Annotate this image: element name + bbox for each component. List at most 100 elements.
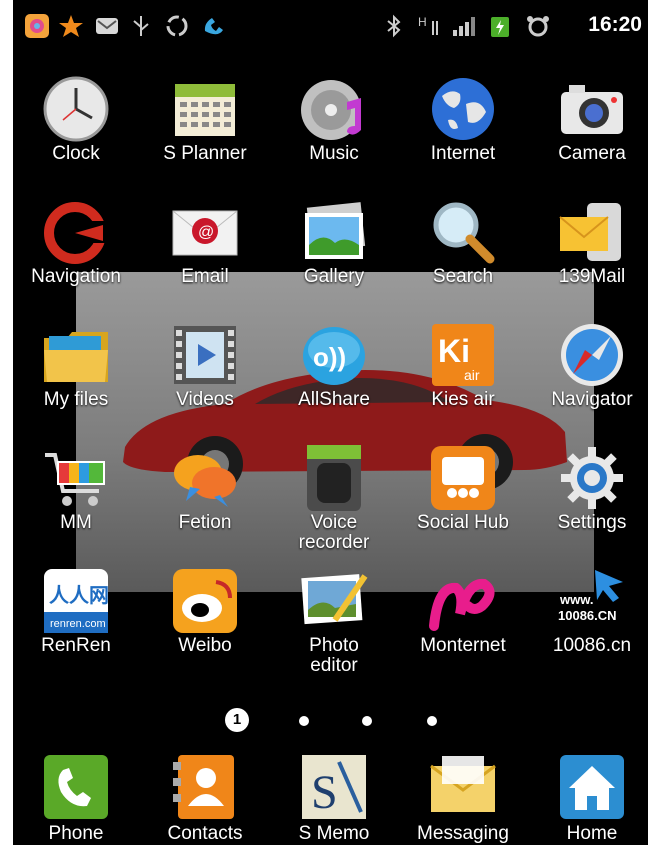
app-label: Social Hub: [417, 512, 509, 533]
svg-text:Ki: Ki: [438, 333, 470, 369]
app-social-hub[interactable]: Social Hub: [400, 443, 526, 563]
video-icon: [170, 320, 240, 390]
app-music[interactable]: Music: [271, 74, 397, 194]
app-label: My files: [43, 389, 109, 410]
app-label: RenRen: [41, 635, 111, 656]
page-dot-current[interactable]: 1: [225, 708, 249, 732]
app-label: Camera: [558, 143, 626, 164]
svg-text:10086.CN: 10086.CN: [558, 608, 617, 623]
status-bar: H 16:20: [13, 0, 648, 54]
app-voice-recorder[interactable]: Voice recorder: [271, 443, 397, 563]
gallery-icon: [299, 197, 369, 267]
photo-editor-icon: [299, 566, 369, 636]
globe-icon: [428, 74, 498, 144]
app-label: Gallery: [303, 266, 365, 287]
app-label: 139Mail: [558, 266, 626, 287]
dock-app-phone[interactable]: Phone: [13, 752, 139, 845]
app-label: Search: [432, 266, 494, 287]
app-label: Weibo: [178, 635, 232, 656]
dock-app-contacts[interactable]: Contacts: [142, 752, 268, 845]
social-hub-icon: [428, 443, 498, 513]
app-label: Voice recorder: [298, 512, 370, 553]
app-kies-air[interactable]: Ki air Kies air: [400, 320, 526, 440]
svg-text:H: H: [418, 15, 427, 29]
dock-app-home[interactable]: Home: [529, 752, 648, 845]
fetion-icon: [170, 443, 240, 513]
app-label: Clock: [52, 143, 100, 164]
app-label: Navigation: [31, 266, 121, 287]
svg-text:www.: www.: [559, 592, 593, 607]
app-label: AllShare: [298, 389, 370, 410]
home-icon: [557, 752, 627, 822]
svg-text:renren.com: renren.com: [50, 618, 106, 630]
app-navigation[interactable]: Navigation: [13, 197, 139, 317]
app-label: Monternet: [420, 635, 506, 656]
svg-text:air: air: [464, 367, 480, 383]
app-s-planner[interactable]: S Planner: [142, 74, 268, 194]
app-10086-cn[interactable]: www. 10086.CN 10086.cn: [529, 566, 648, 686]
app-navigator[interactable]: Navigator: [529, 320, 648, 440]
app-photo-editor[interactable]: Photo editor: [271, 566, 397, 686]
email-icon: @: [170, 197, 240, 267]
camera-icon: [557, 74, 627, 144]
app-internet[interactable]: Internet: [400, 74, 526, 194]
page-dot[interactable]: [427, 716, 437, 726]
app-my-files[interactable]: My files: [13, 320, 139, 440]
music-icon: [299, 74, 369, 144]
bluetooth-icon: [380, 12, 408, 40]
svg-text:@: @: [198, 224, 214, 241]
alarm-icon: [524, 12, 552, 40]
app-fetion[interactable]: Fetion: [142, 443, 268, 563]
page-dot[interactable]: [299, 716, 309, 726]
app-renren[interactable]: 人人网 renren.com RenRen: [13, 566, 139, 686]
app-allshare[interactable]: o)) AllShare: [271, 320, 397, 440]
app-videos[interactable]: Videos: [142, 320, 268, 440]
renren-icon: 人人网 renren.com: [41, 566, 111, 636]
svg-text:o)): o)): [313, 342, 346, 372]
cn10086-icon: www. 10086.CN: [557, 566, 627, 636]
app-icon: [23, 12, 51, 40]
app-label: Contacts: [167, 823, 243, 844]
usb-icon: [127, 12, 155, 40]
app-label: Videos: [176, 389, 234, 410]
signal-icon: [450, 12, 478, 40]
app-gallery[interactable]: Gallery: [271, 197, 397, 317]
data-icon: H: [414, 12, 442, 40]
app-monternet[interactable]: Monternet: [400, 566, 526, 686]
recycle-icon: [163, 12, 191, 40]
app-139mail[interactable]: 139Mail: [529, 197, 648, 317]
mail-icon: [93, 12, 121, 40]
app-label: S Memo: [298, 823, 370, 844]
contacts-icon: [170, 752, 240, 822]
page-dot[interactable]: [362, 716, 372, 726]
app-email[interactable]: @ Email: [142, 197, 268, 317]
search-icon: [428, 197, 498, 267]
navigation-icon: [41, 197, 111, 267]
dock-app-messaging[interactable]: Messaging: [400, 752, 526, 845]
call-icon: [199, 12, 227, 40]
compass-icon: [557, 320, 627, 390]
phone-icon: [41, 752, 111, 822]
app-label: MM: [60, 512, 92, 533]
star-icon: [57, 12, 85, 40]
mail139-icon: [557, 197, 627, 267]
app-clock[interactable]: Clock: [13, 74, 139, 194]
app-label: Settings: [557, 512, 627, 533]
app-label: 10086.cn: [552, 635, 632, 656]
kies-icon: Ki air: [428, 320, 498, 390]
app-search[interactable]: Search: [400, 197, 526, 317]
app-weibo[interactable]: Weibo: [142, 566, 268, 686]
app-settings[interactable]: Settings: [529, 443, 648, 563]
gear-icon: [557, 443, 627, 513]
cart-icon: [41, 443, 111, 513]
dock-app-s-memo[interactable]: S S Memo: [271, 752, 397, 845]
folder-icon: [41, 320, 111, 390]
allshare-icon: o)): [299, 320, 369, 390]
smemo-icon: S: [299, 752, 369, 822]
app-label: Photo editor: [309, 635, 359, 676]
app-mm[interactable]: MM: [13, 443, 139, 563]
app-label: Navigator: [551, 389, 633, 410]
app-camera[interactable]: Camera: [529, 74, 648, 194]
clock-icon: [41, 74, 111, 144]
voice-recorder-icon: [299, 443, 369, 513]
